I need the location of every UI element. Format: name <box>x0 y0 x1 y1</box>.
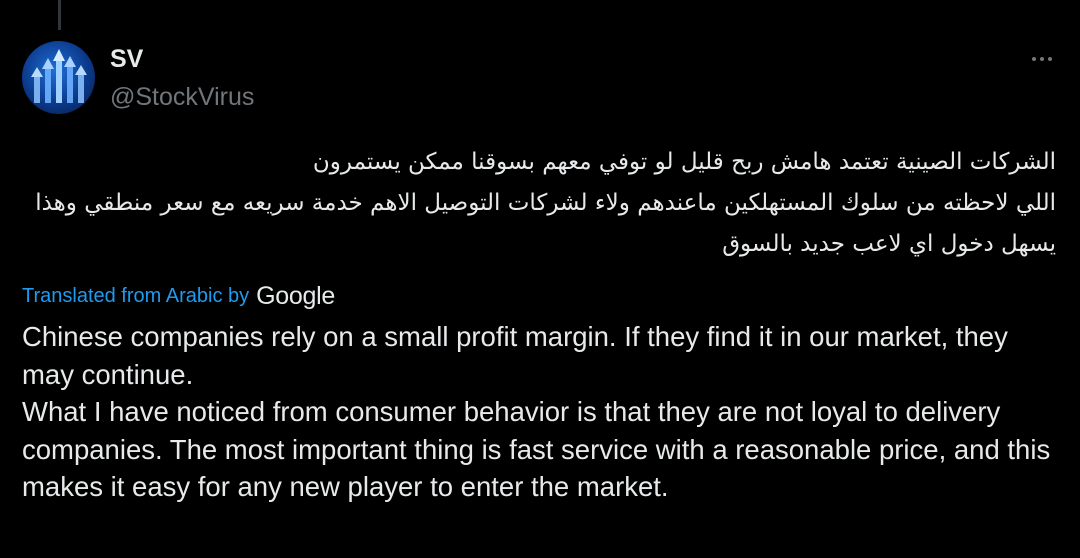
avatar[interactable] <box>22 41 95 114</box>
thread-line <box>58 0 61 30</box>
author-display-name[interactable]: SV <box>110 44 143 74</box>
more-dot <box>1040 57 1044 61</box>
more-options-button[interactable] <box>1026 50 1058 68</box>
google-logo: Google <box>256 281 335 310</box>
more-horizontal-icon <box>1032 57 1036 61</box>
translation-attribution: Translated from Arabic by Google <box>22 280 335 312</box>
tweet-translated-text: Chinese companies rely on a small profit… <box>22 321 1051 503</box>
translated-from-link[interactable]: Translated from Arabic by <box>22 285 249 308</box>
more-dot <box>1048 57 1052 61</box>
stock-arrows-logo <box>31 49 87 103</box>
tweet-original-text: الشركات الصينية تعتمد هامش ربح قليل لو ت… <box>35 149 1056 257</box>
tweet-card[interactable]: SV @StockVirus الشركات الصينية تعتمد هام… <box>0 0 1080 558</box>
author-handle[interactable]: @StockVirus <box>110 82 254 112</box>
